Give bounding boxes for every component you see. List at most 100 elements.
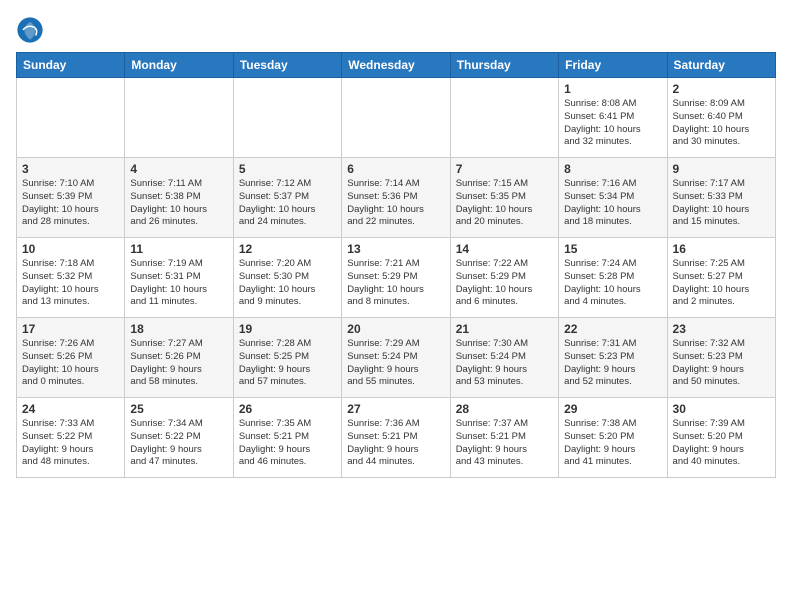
- weekday-header-thursday: Thursday: [450, 53, 558, 78]
- calendar-cell: 28 Sunrise: 7:37 AM Sunset: 5:21 PM Dayli…: [450, 398, 558, 478]
- day-info: Sunrise: 7:19 AM Sunset: 5:31 PM Dayligh…: [130, 258, 227, 309]
- day-info: Sunrise: 7:39 AM Sunset: 5:20 PM Dayligh…: [673, 418, 770, 469]
- day-info: Sunrise: 8:08 AM Sunset: 6:41 PM Dayligh…: [564, 98, 661, 149]
- day-number: 10: [22, 242, 119, 256]
- calendar-cell: 21 Sunrise: 7:30 AM Sunset: 5:24 PM Dayli…: [450, 318, 558, 398]
- day-number: 28: [456, 402, 553, 416]
- calendar-cell: 16 Sunrise: 7:25 AM Sunset: 5:27 PM Dayli…: [667, 238, 775, 318]
- calendar-cell: 10 Sunrise: 7:18 AM Sunset: 5:32 PM Dayli…: [17, 238, 125, 318]
- calendar-week-row: 3 Sunrise: 7:10 AM Sunset: 5:39 PM Daylig…: [17, 158, 776, 238]
- day-number: 7: [456, 162, 553, 176]
- weekday-header-friday: Friday: [559, 53, 667, 78]
- day-info: Sunrise: 7:30 AM Sunset: 5:24 PM Dayligh…: [456, 338, 553, 389]
- calendar-cell: 11 Sunrise: 7:19 AM Sunset: 5:31 PM Dayli…: [125, 238, 233, 318]
- day-number: 2: [673, 82, 770, 96]
- calendar-cell: 27 Sunrise: 7:36 AM Sunset: 5:21 PM Dayli…: [342, 398, 450, 478]
- day-number: 1: [564, 82, 661, 96]
- day-number: 29: [564, 402, 661, 416]
- weekday-header-sunday: Sunday: [17, 53, 125, 78]
- day-number: 21: [456, 322, 553, 336]
- calendar-cell: 8 Sunrise: 7:16 AM Sunset: 5:34 PM Daylig…: [559, 158, 667, 238]
- day-info: Sunrise: 7:24 AM Sunset: 5:28 PM Dayligh…: [564, 258, 661, 309]
- calendar-cell: 18 Sunrise: 7:27 AM Sunset: 5:26 PM Dayli…: [125, 318, 233, 398]
- day-info: Sunrise: 7:20 AM Sunset: 5:30 PM Dayligh…: [239, 258, 336, 309]
- day-number: 9: [673, 162, 770, 176]
- calendar-cell: 22Sunrise: 7:31 AM Sunset: 5:23 PM Dayli…: [559, 318, 667, 398]
- day-info: Sunrise: 7:25 AM Sunset: 5:27 PM Dayligh…: [673, 258, 770, 309]
- day-info: Sunrise: 7:27 AM Sunset: 5:26 PM Dayligh…: [130, 338, 227, 389]
- calendar-cell: 17 Sunrise: 7:26 AM Sunset: 5:26 PM Dayli…: [17, 318, 125, 398]
- calendar-cell: 26Sunrise: 7:35 AM Sunset: 5:21 PM Dayli…: [233, 398, 341, 478]
- weekday-header-tuesday: Tuesday: [233, 53, 341, 78]
- calendar-cell: 24 Sunrise: 7:33 AM Sunset: 5:22 PM Dayli…: [17, 398, 125, 478]
- calendar-cell: 4 Sunrise: 7:11 AM Sunset: 5:38 PM Daylig…: [125, 158, 233, 238]
- calendar-week-row: 10 Sunrise: 7:18 AM Sunset: 5:32 PM Dayli…: [17, 238, 776, 318]
- logo-icon: [16, 16, 44, 44]
- day-info: Sunrise: 7:34 AM Sunset: 5:22 PM Dayligh…: [130, 418, 227, 469]
- day-info: Sunrise: 7:31 AM Sunset: 5:23 PM Dayligh…: [564, 338, 661, 389]
- day-number: 20: [347, 322, 444, 336]
- page: SundayMondayTuesdayWednesdayThursdayFrid…: [0, 0, 792, 488]
- day-number: 11: [130, 242, 227, 256]
- day-number: 25: [130, 402, 227, 416]
- weekday-header-saturday: Saturday: [667, 53, 775, 78]
- day-number: 8: [564, 162, 661, 176]
- day-info: Sunrise: 7:29 AM Sunset: 5:24 PM Dayligh…: [347, 338, 444, 389]
- calendar-cell: 2 Sunrise: 8:09 AM Sunset: 6:40 PM Daylig…: [667, 78, 775, 158]
- day-number: 24: [22, 402, 119, 416]
- day-info: Sunrise: 7:17 AM Sunset: 5:33 PM Dayligh…: [673, 178, 770, 229]
- day-number: 17: [22, 322, 119, 336]
- day-number: 30: [673, 402, 770, 416]
- weekday-header-monday: Monday: [125, 53, 233, 78]
- calendar-cell: 19Sunrise: 7:28 AM Sunset: 5:25 PM Dayli…: [233, 318, 341, 398]
- day-number: 16: [673, 242, 770, 256]
- day-number: 12: [239, 242, 336, 256]
- calendar-cell: [233, 78, 341, 158]
- day-info: Sunrise: 7:37 AM Sunset: 5:21 PM Dayligh…: [456, 418, 553, 469]
- day-info: Sunrise: 7:36 AM Sunset: 5:21 PM Dayligh…: [347, 418, 444, 469]
- day-info: Sunrise: 7:26 AM Sunset: 5:26 PM Dayligh…: [22, 338, 119, 389]
- calendar-cell: 23Sunrise: 7:32 AM Sunset: 5:23 PM Dayli…: [667, 318, 775, 398]
- day-info: Sunrise: 7:38 AM Sunset: 5:20 PM Dayligh…: [564, 418, 661, 469]
- calendar-cell: 1 Sunrise: 8:08 AM Sunset: 6:41 PM Daylig…: [559, 78, 667, 158]
- day-number: 13: [347, 242, 444, 256]
- day-info: Sunrise: 7:15 AM Sunset: 5:35 PM Dayligh…: [456, 178, 553, 229]
- calendar-week-row: 17 Sunrise: 7:26 AM Sunset: 5:26 PM Dayli…: [17, 318, 776, 398]
- day-number: 15: [564, 242, 661, 256]
- logo: [16, 16, 48, 44]
- day-info: Sunrise: 7:18 AM Sunset: 5:32 PM Dayligh…: [22, 258, 119, 309]
- day-info: Sunrise: 7:21 AM Sunset: 5:29 PM Dayligh…: [347, 258, 444, 309]
- calendar-cell: [125, 78, 233, 158]
- calendar-cell: 13 Sunrise: 7:21 AM Sunset: 5:29 PM Dayli…: [342, 238, 450, 318]
- day-info: Sunrise: 7:32 AM Sunset: 5:23 PM Dayligh…: [673, 338, 770, 389]
- calendar-table: SundayMondayTuesdayWednesdayThursdayFrid…: [16, 52, 776, 478]
- weekday-header-row: SundayMondayTuesdayWednesdayThursdayFrid…: [17, 53, 776, 78]
- day-info: Sunrise: 7:33 AM Sunset: 5:22 PM Dayligh…: [22, 418, 119, 469]
- calendar-cell: 3 Sunrise: 7:10 AM Sunset: 5:39 PM Daylig…: [17, 158, 125, 238]
- day-number: 18: [130, 322, 227, 336]
- day-info: Sunrise: 7:16 AM Sunset: 5:34 PM Dayligh…: [564, 178, 661, 229]
- day-number: 27: [347, 402, 444, 416]
- calendar-cell: 9 Sunrise: 7:17 AM Sunset: 5:33 PM Daylig…: [667, 158, 775, 238]
- calendar-week-row: 1 Sunrise: 8:08 AM Sunset: 6:41 PM Daylig…: [17, 78, 776, 158]
- day-number: 4: [130, 162, 227, 176]
- calendar-cell: [450, 78, 558, 158]
- calendar-cell: 6Sunrise: 7:14 AM Sunset: 5:36 PM Daylig…: [342, 158, 450, 238]
- day-info: Sunrise: 7:11 AM Sunset: 5:38 PM Dayligh…: [130, 178, 227, 229]
- calendar-cell: 5Sunrise: 7:12 AM Sunset: 5:37 PM Daylig…: [233, 158, 341, 238]
- calendar-cell: 20 Sunrise: 7:29 AM Sunset: 5:24 PM Dayli…: [342, 318, 450, 398]
- calendar-week-row: 24 Sunrise: 7:33 AM Sunset: 5:22 PM Dayli…: [17, 398, 776, 478]
- day-info: Sunrise: 8:09 AM Sunset: 6:40 PM Dayligh…: [673, 98, 770, 149]
- day-info: Sunrise: 7:12 AM Sunset: 5:37 PM Dayligh…: [239, 178, 336, 229]
- calendar-cell: 30 Sunrise: 7:39 AM Sunset: 5:20 PM Dayli…: [667, 398, 775, 478]
- weekday-header-wednesday: Wednesday: [342, 53, 450, 78]
- calendar-cell: 25 Sunrise: 7:34 AM Sunset: 5:22 PM Dayli…: [125, 398, 233, 478]
- day-number: 6: [347, 162, 444, 176]
- calendar-cell: 29 Sunrise: 7:38 AM Sunset: 5:20 PM Dayli…: [559, 398, 667, 478]
- day-info: Sunrise: 7:10 AM Sunset: 5:39 PM Dayligh…: [22, 178, 119, 229]
- day-number: 3: [22, 162, 119, 176]
- calendar-cell: 15 Sunrise: 7:24 AM Sunset: 5:28 PM Dayli…: [559, 238, 667, 318]
- calendar-cell: [342, 78, 450, 158]
- day-number: 14: [456, 242, 553, 256]
- day-info: Sunrise: 7:28 AM Sunset: 5:25 PM Dayligh…: [239, 338, 336, 389]
